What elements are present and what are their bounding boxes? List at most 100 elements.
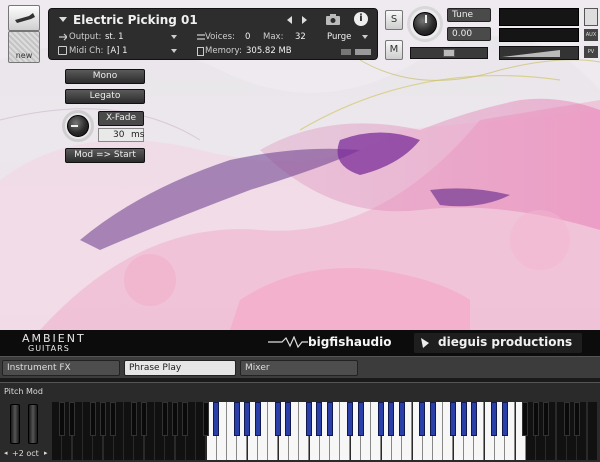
purge-dropdown-icon[interactable] xyxy=(362,35,368,39)
xfade-knob[interactable] xyxy=(67,115,89,137)
white-key[interactable] xyxy=(587,402,598,460)
voices-value: 0 xyxy=(245,32,251,42)
midi-channel-selector[interactable]: [A] 1 xyxy=(107,46,128,56)
developer-badge: dieguis productions xyxy=(414,333,582,353)
mono-button[interactable]: Mono xyxy=(65,69,145,84)
black-key[interactable] xyxy=(522,402,529,436)
black-key[interactable] xyxy=(542,402,549,436)
volume-slider[interactable] xyxy=(499,46,579,60)
black-key[interactable] xyxy=(58,402,65,436)
wrench-icon xyxy=(15,13,35,23)
black-key[interactable] xyxy=(491,402,498,436)
pv-button[interactable]: PV xyxy=(584,46,598,58)
black-key[interactable] xyxy=(141,402,148,436)
memory-icon xyxy=(197,47,204,56)
volume-ramp-graphic xyxy=(502,50,560,57)
output-dropdown-icon[interactable] xyxy=(171,35,177,39)
output-selector[interactable]: st. 1 xyxy=(105,32,124,42)
mute-button[interactable]: M xyxy=(385,40,403,60)
black-key[interactable] xyxy=(213,402,220,436)
max-voices-value[interactable]: 32 xyxy=(295,32,306,42)
tab-mixer[interactable]: Mixer xyxy=(240,360,358,376)
prev-instrument-icon[interactable] xyxy=(287,16,292,24)
brand-bar: AMBIENT GUITARS bigfishaudio dieguis pro… xyxy=(0,330,600,356)
black-key[interactable] xyxy=(501,402,508,436)
black-key[interactable] xyxy=(100,402,106,436)
purge-button[interactable]: Purge xyxy=(327,32,351,42)
black-key[interactable] xyxy=(275,402,282,436)
black-key[interactable] xyxy=(182,402,189,436)
black-key[interactable] xyxy=(460,402,467,436)
black-key[interactable] xyxy=(233,402,240,436)
black-key[interactable] xyxy=(419,402,426,436)
black-key[interactable] xyxy=(110,402,117,436)
black-key[interactable] xyxy=(316,402,323,436)
solo-button[interactable]: S xyxy=(385,10,403,30)
mod-wheel[interactable] xyxy=(28,404,38,444)
output-icon xyxy=(59,33,68,41)
tune-knob[interactable] xyxy=(413,12,437,36)
tune-knob-pointer xyxy=(425,15,427,23)
black-key[interactable] xyxy=(89,402,96,436)
cpu-indicator-1 xyxy=(341,49,351,55)
header-collapse-icon[interactable] xyxy=(59,17,67,22)
octave-down-icon[interactable]: ◂ xyxy=(4,449,8,457)
developer-name: dieguis productions xyxy=(438,335,573,349)
pan-slider-handle[interactable] xyxy=(443,49,455,57)
voices-icon xyxy=(197,33,205,41)
mod-start-button[interactable]: Mod => Start xyxy=(65,148,145,163)
black-key[interactable] xyxy=(573,402,580,436)
black-key[interactable] xyxy=(285,402,292,436)
xfade-value-box[interactable]: 30 ms xyxy=(98,128,144,142)
black-key[interactable] xyxy=(203,402,209,436)
black-key[interactable] xyxy=(378,402,385,436)
black-key[interactable] xyxy=(172,402,179,436)
info-icon[interactable]: i xyxy=(354,12,368,26)
midi-icon xyxy=(58,46,67,55)
aux-button[interactable]: AUX xyxy=(584,29,598,41)
tab-instrument-fx[interactable]: Instrument FX xyxy=(2,360,120,376)
black-key[interactable] xyxy=(388,402,395,436)
midi-dropdown-icon[interactable] xyxy=(171,49,177,53)
max-voices-label: Max: xyxy=(263,32,284,42)
tune-label: Tune xyxy=(447,8,491,22)
octave-up-icon[interactable]: ▸ xyxy=(44,449,48,457)
pitch-wheel[interactable] xyxy=(10,404,20,444)
black-key[interactable] xyxy=(357,402,364,436)
pan-slider[interactable] xyxy=(410,47,488,59)
voices-label: Voices: xyxy=(205,32,235,42)
xfade-value: 30 xyxy=(113,130,125,140)
black-key[interactable] xyxy=(398,402,405,436)
black-key[interactable] xyxy=(130,402,137,436)
black-key[interactable] xyxy=(470,402,477,436)
tune-value[interactable]: 0.00 xyxy=(447,27,491,41)
new-instrument-button[interactable]: new xyxy=(8,31,40,63)
camera-icon[interactable] xyxy=(325,13,341,25)
output-label: Output: xyxy=(69,32,102,42)
black-key[interactable] xyxy=(161,402,168,436)
next-instrument-icon[interactable] xyxy=(302,16,307,24)
black-key[interactable] xyxy=(347,402,354,436)
close-instrument-button[interactable] xyxy=(584,8,598,26)
xfade-label: X-Fade xyxy=(98,111,144,126)
xfade-unit: ms xyxy=(131,130,145,140)
black-key[interactable] xyxy=(429,402,436,436)
cpu-indicator-2 xyxy=(355,49,371,55)
black-key[interactable] xyxy=(306,402,312,436)
memory-label: Memory: xyxy=(205,46,242,56)
black-key[interactable] xyxy=(563,402,570,436)
bigfishaudio-logo-icon xyxy=(268,335,308,349)
level-meter-left xyxy=(499,8,579,26)
black-key[interactable] xyxy=(326,402,333,436)
octave-value: +2 oct xyxy=(12,449,39,458)
tab-phrase-play[interactable]: Phrase Play xyxy=(124,360,236,376)
instrument-header: Electric Picking 01 i Output: st. 1 Voic… xyxy=(48,8,378,60)
black-key[interactable] xyxy=(244,402,251,436)
black-key[interactable] xyxy=(254,402,261,436)
black-key[interactable] xyxy=(450,402,457,436)
black-key[interactable] xyxy=(69,402,76,436)
wrench-tool-button[interactable] xyxy=(8,5,40,31)
black-key[interactable] xyxy=(532,402,539,436)
instrument-name[interactable]: Electric Picking 01 xyxy=(73,13,198,27)
legato-button[interactable]: Legato xyxy=(65,89,145,104)
